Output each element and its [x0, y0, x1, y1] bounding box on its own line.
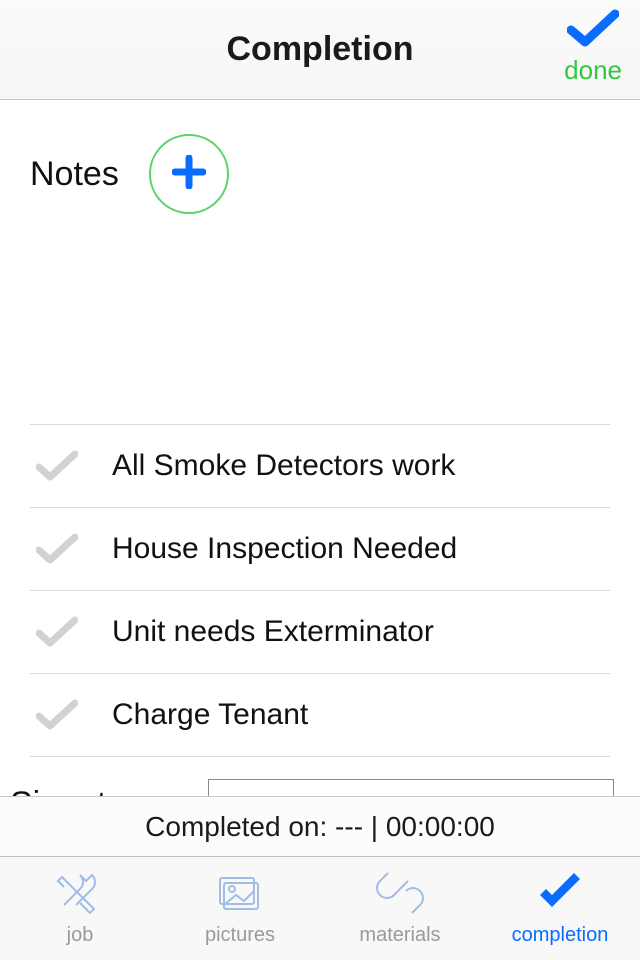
checklist-item[interactable]: Unit needs Exterminator [30, 591, 610, 674]
check-icon [567, 8, 619, 53]
tab-materials[interactable]: materials [320, 857, 480, 960]
checklist-item-label: All Smoke Detectors work [112, 449, 455, 483]
tab-label: completion [512, 924, 609, 947]
tab-pictures[interactable]: pictures [160, 857, 320, 960]
notes-section: Notes [0, 100, 640, 214]
checkmark-icon [30, 532, 96, 566]
checklist-item[interactable]: House Inspection Needed [30, 508, 610, 591]
status-bar: Completed on: --- | 00:00:00 [0, 796, 640, 856]
signature-input[interactable] [208, 779, 614, 796]
checkmark-icon [30, 449, 96, 483]
tools-icon [54, 871, 106, 920]
add-note-button[interactable] [149, 134, 229, 214]
plus-icon [172, 155, 206, 194]
tab-bar: job pictures materials [0, 856, 640, 960]
check-icon [534, 871, 586, 920]
tab-label: pictures [205, 924, 275, 947]
checkmark-icon [30, 698, 96, 732]
notes-label: Notes [30, 155, 119, 194]
signature-label: Signature [0, 785, 180, 796]
checklist-item-label: Unit needs Exterminator [112, 615, 434, 649]
pictures-icon [214, 871, 266, 920]
done-button[interactable]: done [564, 8, 622, 86]
checklist-item[interactable]: All Smoke Detectors work [30, 425, 610, 508]
tab-label: job [67, 924, 94, 947]
link-icon [374, 871, 426, 920]
content-area: Notes All Smoke Detectors work House Ins… [0, 100, 640, 796]
checklist-item[interactable]: Charge Tenant [30, 674, 610, 757]
tab-job[interactable]: job [0, 857, 160, 960]
done-label: done [564, 55, 622, 86]
navbar: Completion done [0, 0, 640, 100]
checklist-item-label: Charge Tenant [112, 698, 308, 732]
checklist: All Smoke Detectors work House Inspectio… [30, 424, 610, 757]
checklist-item-label: House Inspection Needed [112, 532, 457, 566]
checkmark-icon [30, 615, 96, 649]
page-title: Completion [227, 30, 414, 69]
signature-section: Signature [0, 777, 610, 796]
tab-label: materials [359, 924, 440, 947]
tab-completion[interactable]: completion [480, 857, 640, 960]
completed-on-text: Completed on: --- | 00:00:00 [145, 811, 495, 843]
